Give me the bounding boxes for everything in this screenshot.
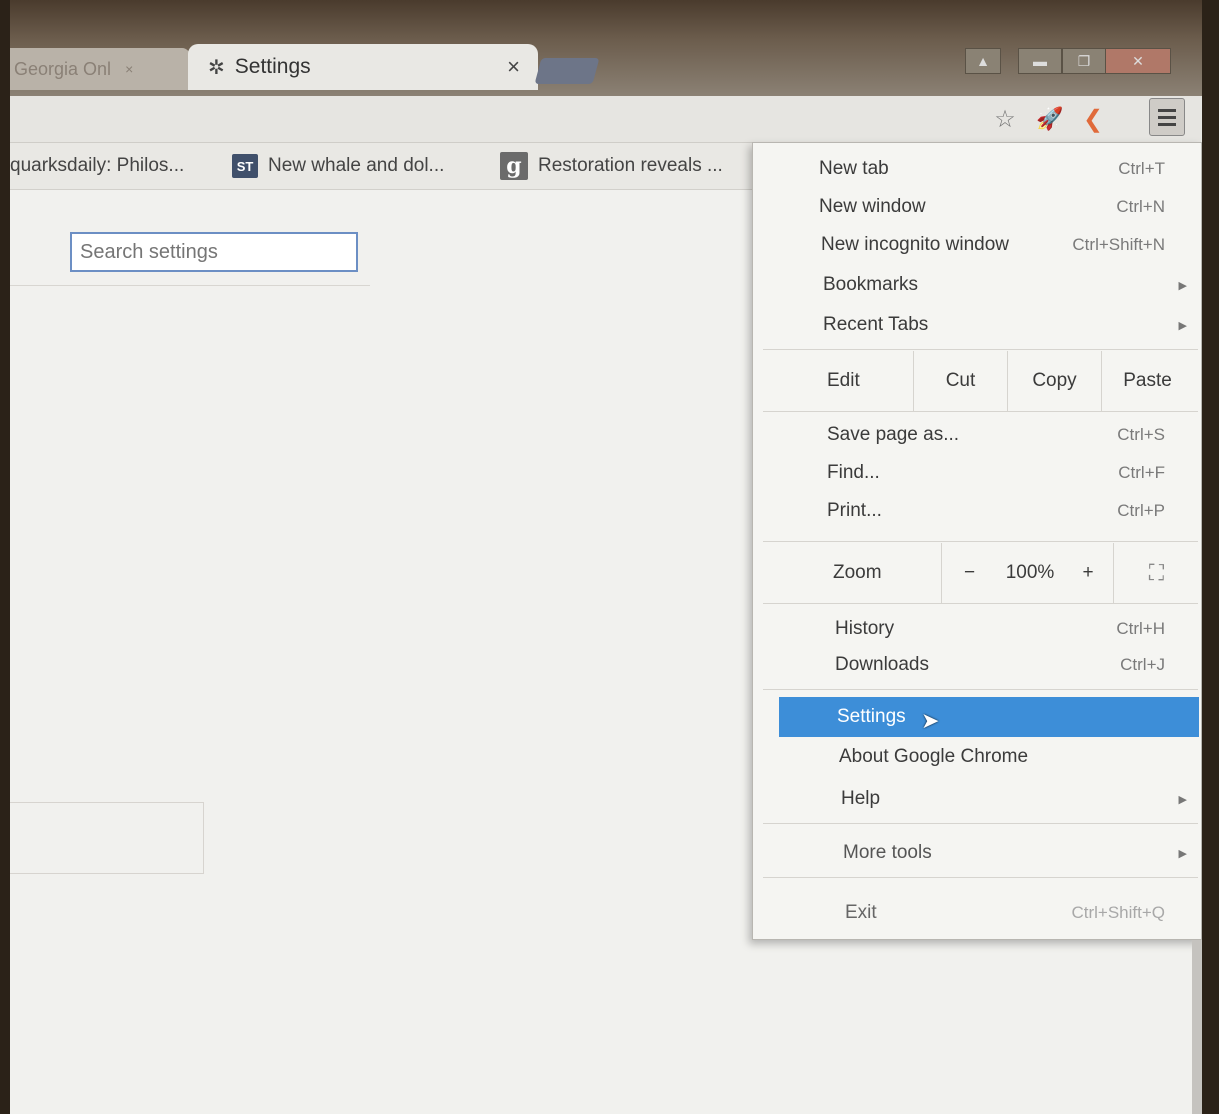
bookmark-label: quarksdaily: Philos... [10,155,185,176]
divider [10,285,370,286]
menu-separator [763,411,1198,412]
close-window-button[interactable]: ✕ [1105,48,1171,74]
menu-edit-row: Edit Cut Copy Paste [761,351,1201,411]
cut-button[interactable]: Cut [913,351,1007,411]
menu-item-save-page[interactable]: Save page as... Ctrl+S [753,417,1201,453]
title-bar: Georgia Onl × ✲ Settings × ▲ ▬ ❐ ✕ [10,0,1202,96]
menu-shortcut: Ctrl+J [1120,655,1165,674]
scrollbar[interactable] [1192,940,1202,1114]
menu-item-label: About Google Chrome [839,746,1029,767]
bookmark-favicon: ST [232,154,258,178]
submenu-arrow-icon: ▶ [1178,279,1187,292]
tab-settings[interactable]: ✲ Settings × [188,44,538,90]
menu-item-print[interactable]: Print... Ctrl+P [753,493,1201,529]
menu-item-settings[interactable]: Settings [779,697,1199,737]
menu-item-more-tools[interactable]: More tools ▶ [753,835,1201,871]
mouse-cursor-icon: ➤ [921,708,940,733]
tab-label: Settings [234,55,311,78]
menu-item-history[interactable]: History Ctrl+H [753,611,1201,647]
bookmark-item[interactable]: g Restoration reveals ... [500,151,723,181]
menu-separator [763,877,1198,878]
browser-window: Georgia Onl × ✲ Settings × ▲ ▬ ❐ ✕ ☆ 🚀 ❮… [10,0,1202,1114]
menu-zoom-row: Zoom − 100% + ⛶ [761,543,1201,603]
menu-item-label: More tools [843,842,932,863]
bookmark-item[interactable]: ST New whale and dol... [232,151,444,181]
menu-item-new-incognito-window[interactable]: New incognito window Ctrl+Shift+N [753,227,1201,263]
user-icon[interactable]: ▲ [965,48,1001,74]
menu-item-recent-tabs[interactable]: Recent Tabs ▶ [753,307,1201,343]
edit-label: Edit [827,370,860,391]
menu-separator [763,349,1198,350]
close-icon[interactable]: × [125,61,133,77]
tab-label: Georgia Onl [14,58,112,79]
content-box [10,802,204,874]
menu-shortcut: Ctrl+H [1116,619,1165,638]
bookmark-label: New whale and dol... [268,155,445,176]
bird-icon[interactable]: ❮ [1078,104,1108,134]
zoom-out-button[interactable]: − [941,543,997,603]
menu-shortcut: Ctrl+Shift+N [1072,235,1165,254]
menu-item-label: Recent Tabs [823,314,929,335]
zoom-in-button[interactable]: + [1063,543,1113,603]
menu-item-label: Print... [827,500,882,521]
submenu-arrow-icon: ▶ [1178,319,1187,332]
menu-item-label: Downloads [835,654,929,675]
menu-item-label: New tab [819,158,889,179]
menu-item-label: History [835,618,895,639]
menu-item-new-tab[interactable]: New tab Ctrl+T [753,151,1201,187]
menu-item-label: Exit [845,902,877,923]
menu-item-label: Bookmarks [823,274,919,295]
star-icon[interactable]: ☆ [990,104,1020,134]
toolbar: ☆ 🚀 ❮ [10,96,1202,143]
menu-item-label: Help [841,788,881,809]
new-tab-button[interactable] [534,58,600,84]
restore-button[interactable]: ❐ [1062,48,1106,74]
menu-separator [763,689,1198,690]
submenu-arrow-icon: ▶ [1178,793,1187,806]
menu-item-new-window[interactable]: New window Ctrl+N [753,189,1201,225]
menu-separator [763,603,1198,604]
paste-button[interactable]: Paste [1101,351,1193,411]
menu-icon[interactable] [1149,98,1185,136]
bookmark-label: Restoration reveals ... [538,155,723,176]
gear-icon: ✲ [208,56,225,79]
submenu-arrow-icon: ▶ [1178,847,1187,860]
menu-item-about[interactable]: About Google Chrome [753,739,1201,775]
bookmark-favicon: g [500,152,528,180]
minimize-button[interactable]: ▬ [1018,48,1062,74]
menu-shortcut: Ctrl+T [1118,159,1165,178]
rocket-icon[interactable]: 🚀 [1035,104,1065,134]
zoom-label: Zoom [833,562,882,583]
menu-item-label: New incognito window [821,234,1009,255]
menu-item-label: New window [819,196,926,217]
copy-button[interactable]: Copy [1007,351,1101,411]
menu-item-exit[interactable]: Exit Ctrl+Shift+Q [753,895,1201,931]
zoom-level: 100% [1005,562,1055,583]
menu-item-label: Settings [837,706,906,727]
search-settings-input[interactable] [70,232,358,272]
tab-georgia[interactable]: Georgia Onl × [10,48,190,90]
menu-item-label: Save page as... [827,424,960,445]
menu-separator [763,823,1198,824]
close-icon[interactable]: × [507,54,520,80]
menu-shortcut: Ctrl+P [1117,501,1165,520]
bookmark-item[interactable]: quarksdaily: Philos... [10,151,184,181]
menu-item-bookmarks[interactable]: Bookmarks ▶ [753,267,1201,303]
menu-item-find[interactable]: Find... Ctrl+F [753,455,1201,491]
menu-item-help[interactable]: Help ▶ [753,781,1201,817]
menu-item-label: Find... [827,462,880,483]
menu-shortcut: Ctrl+N [1116,197,1165,216]
menu-shortcut: Ctrl+S [1117,425,1165,444]
chrome-menu: New tab Ctrl+T New window Ctrl+N New inc… [752,142,1202,940]
menu-separator [763,541,1198,542]
menu-item-downloads[interactable]: Downloads Ctrl+J [753,647,1201,683]
menu-shortcut: Ctrl+Shift+Q [1071,903,1165,922]
fullscreen-icon[interactable]: ⛶ [1113,543,1199,603]
menu-shortcut: Ctrl+F [1118,463,1165,482]
